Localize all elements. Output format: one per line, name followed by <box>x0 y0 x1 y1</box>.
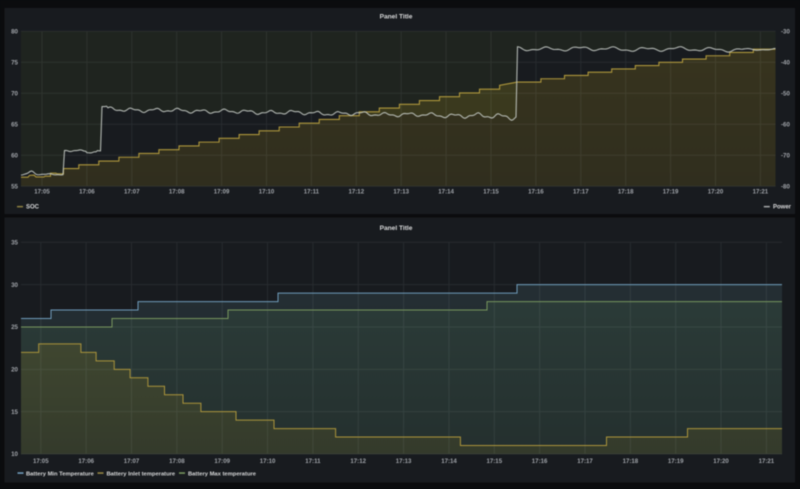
svg-text:17:10: 17:10 <box>259 188 275 195</box>
svg-text:17:11: 17:11 <box>305 458 321 465</box>
svg-text:17:12: 17:12 <box>350 458 366 465</box>
svg-text:30: 30 <box>11 282 18 289</box>
svg-text:17:13: 17:13 <box>393 188 409 195</box>
svg-text:17:20: 17:20 <box>708 188 724 195</box>
svg-text:75: 75 <box>11 59 18 66</box>
svg-text:17:05: 17:05 <box>33 458 49 465</box>
svg-text:80: 80 <box>11 28 18 35</box>
svg-text:17:19: 17:19 <box>668 458 684 465</box>
svg-text:Panel Title: Panel Title <box>380 14 413 21</box>
svg-text:17:20: 17:20 <box>713 458 729 465</box>
svg-text:15: 15 <box>11 409 18 416</box>
svg-text:17:17: 17:17 <box>577 458 593 465</box>
svg-text:17:08: 17:08 <box>169 188 185 195</box>
svg-text:-80: -80 <box>781 183 791 190</box>
svg-text:17:12: 17:12 <box>349 188 365 195</box>
svg-text:17:11: 17:11 <box>304 188 320 195</box>
svg-text:17:19: 17:19 <box>663 188 679 195</box>
svg-text:10: 10 <box>11 451 18 458</box>
svg-text:17:06: 17:06 <box>79 188 95 195</box>
svg-text:17:09: 17:09 <box>214 188 230 195</box>
svg-text:17:07: 17:07 <box>124 188 140 195</box>
svg-text:SOC: SOC <box>26 204 40 210</box>
svg-text:-30: -30 <box>781 28 791 35</box>
svg-text:35: 35 <box>11 240 18 247</box>
svg-text:17:15: 17:15 <box>487 458 503 465</box>
svg-text:17:14: 17:14 <box>438 188 454 195</box>
svg-text:17:07: 17:07 <box>124 458 140 465</box>
svg-text:-70: -70 <box>781 152 791 159</box>
svg-text:17:15: 17:15 <box>483 188 499 195</box>
svg-text:17:18: 17:18 <box>623 458 639 465</box>
svg-text:17:05: 17:05 <box>34 188 50 195</box>
svg-text:17:18: 17:18 <box>618 188 634 195</box>
svg-text:55: 55 <box>11 183 18 190</box>
svg-text:Battery Min Temperature: Battery Min Temperature <box>26 471 95 477</box>
svg-text:-40: -40 <box>781 59 791 66</box>
svg-text:Panel Title: Panel Title <box>380 225 413 232</box>
svg-text:-50: -50 <box>781 90 791 97</box>
svg-text:17:21: 17:21 <box>759 458 775 465</box>
svg-text:17:13: 17:13 <box>396 458 412 465</box>
svg-text:17:16: 17:16 <box>528 188 544 195</box>
svg-text:17:06: 17:06 <box>78 458 94 465</box>
svg-text:17:16: 17:16 <box>532 458 548 465</box>
svg-text:-60: -60 <box>781 121 791 128</box>
svg-text:70: 70 <box>11 90 18 97</box>
svg-text:Power: Power <box>773 204 792 210</box>
svg-text:17:17: 17:17 <box>573 188 589 195</box>
svg-text:Battery Max temperature: Battery Max temperature <box>188 471 257 477</box>
svg-text:17:10: 17:10 <box>260 458 276 465</box>
svg-text:20: 20 <box>11 367 18 374</box>
svg-text:17:09: 17:09 <box>214 458 230 465</box>
svg-text:25: 25 <box>11 324 18 331</box>
svg-text:17:08: 17:08 <box>169 458 185 465</box>
svg-text:17:21: 17:21 <box>753 188 769 195</box>
svg-text:60: 60 <box>11 152 18 159</box>
svg-text:17:14: 17:14 <box>441 458 457 465</box>
svg-text:Battery Inlet temperature: Battery Inlet temperature <box>107 471 176 477</box>
svg-text:65: 65 <box>11 121 18 128</box>
